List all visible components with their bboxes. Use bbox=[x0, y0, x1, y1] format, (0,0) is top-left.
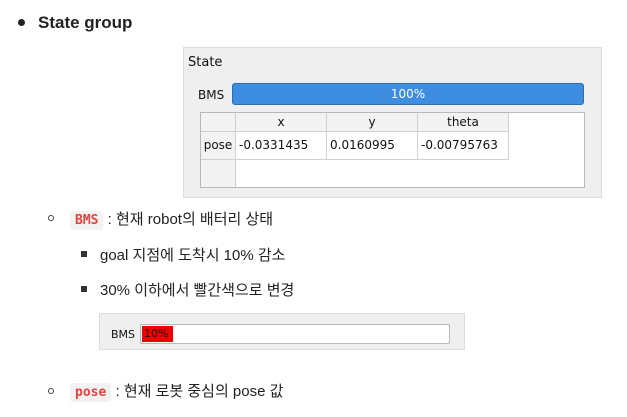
bullet-circle bbox=[48, 388, 54, 394]
table-cell-y[interactable]: 0.0160995 bbox=[327, 132, 418, 160]
bms-item: BMS : 현재 robot의 배터리 상태 bbox=[70, 208, 274, 230]
column-header-x: x bbox=[236, 113, 327, 132]
bms-low-widget: BMS 10% bbox=[99, 313, 465, 350]
mini-bms-label: BMS bbox=[111, 328, 136, 341]
bms-sub-item-2: 30% 이하에서 빨간색으로 변경 bbox=[100, 282, 295, 299]
row-header-pose: pose bbox=[201, 132, 236, 160]
pose-table: x y theta pose -0.0331435 0.0160995 -0.0… bbox=[200, 112, 585, 188]
column-header-theta: theta bbox=[418, 113, 509, 132]
table-cell-x[interactable]: -0.0331435 bbox=[236, 132, 327, 160]
panel-title: State bbox=[188, 55, 223, 70]
bullet-circle bbox=[48, 215, 54, 221]
column-header-y: y bbox=[327, 113, 418, 132]
section-title: State group bbox=[38, 13, 133, 32]
table-corner bbox=[201, 113, 236, 132]
pose-code: pose bbox=[70, 383, 112, 402]
state-panel: State BMS 100% x y theta pose -0.0331435… bbox=[183, 47, 602, 198]
bms-progress-bar: 100% bbox=[232, 83, 584, 105]
bms-sub-item-1: goal 지점에 도착시 10% 감소 bbox=[100, 247, 286, 264]
mini-bms-fill: 10% bbox=[142, 326, 173, 342]
pose-description: : 현재 로봇 중심의 pose 값 bbox=[115, 383, 284, 400]
bullet-square bbox=[81, 286, 87, 292]
pose-item: pose : 현재 로봇 중심의 pose 값 bbox=[70, 380, 284, 402]
bms-description: : 현재 robot의 배터리 상태 bbox=[107, 211, 274, 228]
mini-bms-progress-bar: 10% bbox=[140, 324, 450, 344]
table-empty-header bbox=[201, 160, 236, 187]
bms-label: BMS bbox=[198, 88, 225, 102]
bms-code: BMS bbox=[70, 211, 104, 230]
bullet-disc bbox=[18, 19, 25, 26]
table-cell-theta[interactable]: -0.00795763 bbox=[418, 132, 509, 160]
bullet-square bbox=[81, 251, 87, 257]
